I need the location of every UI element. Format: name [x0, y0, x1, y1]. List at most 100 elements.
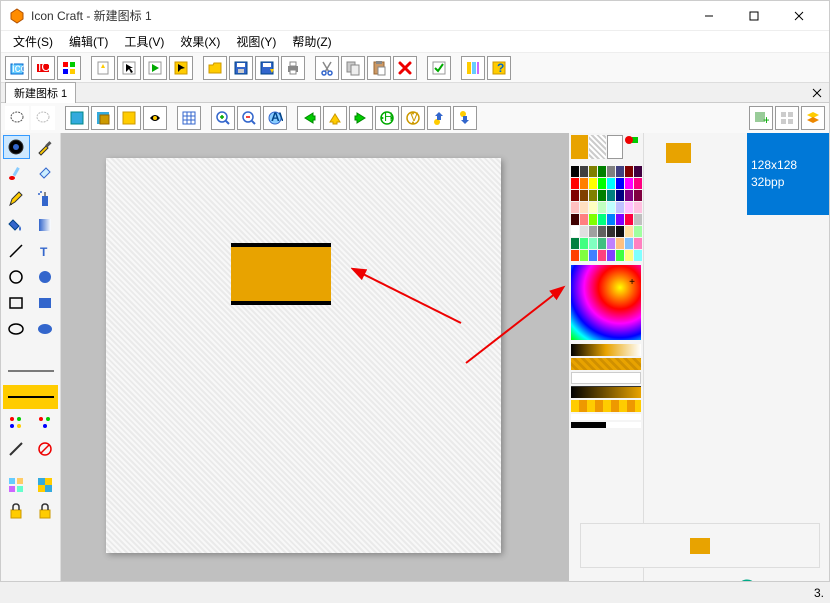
- grid-button[interactable]: [177, 106, 201, 130]
- color-swatch[interactable]: [625, 166, 633, 177]
- color-swatch[interactable]: [589, 238, 597, 249]
- color-swatch[interactable]: [589, 178, 597, 189]
- arrow-up-button[interactable]: [323, 106, 347, 130]
- color-swatch[interactable]: [580, 202, 588, 213]
- minimize-button[interactable]: [686, 2, 731, 30]
- close-button[interactable]: [776, 2, 821, 30]
- eraser-tool[interactable]: [32, 161, 59, 185]
- new-page-button[interactable]: [91, 56, 115, 80]
- cursor-button[interactable]: [117, 56, 141, 80]
- color-swatch[interactable]: [634, 238, 642, 249]
- color-swatch[interactable]: [580, 178, 588, 189]
- size-thumbnail[interactable]: [666, 143, 691, 163]
- cut-button[interactable]: [315, 56, 339, 80]
- menu-file[interactable]: 文件(S): [5, 31, 61, 52]
- lasso-light-icon[interactable]: [31, 106, 55, 130]
- color-swatch[interactable]: [571, 238, 579, 249]
- pattern-bar[interactable]: [571, 358, 641, 370]
- color-swatch[interactable]: [634, 166, 642, 177]
- empty-bar-1[interactable]: [571, 372, 641, 384]
- color-swatches[interactable]: [571, 166, 641, 261]
- rotate-up-button[interactable]: [427, 106, 451, 130]
- spray-tool[interactable]: [32, 187, 59, 211]
- layers-button[interactable]: [801, 106, 825, 130]
- color-swatch[interactable]: [571, 178, 579, 189]
- color-gradient-picker[interactable]: +: [571, 265, 641, 340]
- text-tool[interactable]: T: [32, 239, 59, 263]
- pattern-bar-2[interactable]: [571, 400, 641, 412]
- gradient-tool[interactable]: [32, 213, 59, 237]
- menu-view[interactable]: 视图(Y): [228, 31, 284, 52]
- color-swatch[interactable]: [616, 202, 624, 213]
- layer3-button[interactable]: [117, 106, 141, 130]
- palette-button[interactable]: [57, 56, 81, 80]
- brightness-bar[interactable]: [571, 344, 641, 356]
- color-swatch[interactable]: [634, 250, 642, 261]
- line-thick-button[interactable]: [3, 385, 58, 409]
- color-swatch[interactable]: [607, 190, 615, 201]
- foreground-color[interactable]: [571, 135, 588, 159]
- color-swatch[interactable]: [616, 238, 624, 249]
- swap-colors[interactable]: [607, 135, 624, 159]
- opts1-button[interactable]: [3, 411, 30, 435]
- color-picker-tool[interactable]: [3, 135, 30, 159]
- gradient-bar-2[interactable]: [571, 386, 641, 398]
- save-button[interactable]: [229, 56, 253, 80]
- color-swatch[interactable]: [616, 190, 624, 201]
- add-image-button[interactable]: +: [749, 106, 773, 130]
- drawn-rectangle[interactable]: [231, 243, 331, 305]
- color-swatch[interactable]: [625, 178, 633, 189]
- layer2-button[interactable]: [91, 106, 115, 130]
- pen-tool[interactable]: [3, 437, 30, 461]
- flip-v-button[interactable]: V: [401, 106, 425, 130]
- color-swatch[interactable]: [607, 226, 615, 237]
- arrow-left-button[interactable]: [297, 106, 321, 130]
- color-swatch[interactable]: [616, 214, 624, 225]
- cancel-tool[interactable]: [32, 437, 59, 461]
- color-swatch[interactable]: [634, 214, 642, 225]
- snap-button[interactable]: [143, 106, 167, 130]
- tab-close-button[interactable]: [809, 85, 825, 101]
- ellipse-fill-tool[interactable]: [32, 317, 59, 341]
- print-button[interactable]: [281, 56, 305, 80]
- brush-tool[interactable]: [3, 161, 30, 185]
- color-swatch[interactable]: [571, 226, 579, 237]
- rect-fill-tool[interactable]: [32, 291, 59, 315]
- line-thin-button[interactable]: [3, 359, 58, 383]
- lasso-dark-icon[interactable]: [5, 106, 29, 130]
- color-swatch[interactable]: [625, 190, 633, 201]
- color-swatch[interactable]: [607, 250, 615, 261]
- play-button[interactable]: [143, 56, 167, 80]
- pattern1-button[interactable]: [3, 473, 30, 497]
- color-swatch[interactable]: [616, 250, 624, 261]
- color-swatch[interactable]: [625, 226, 633, 237]
- menu-edit[interactable]: 编辑(T): [61, 31, 116, 52]
- color-swatch[interactable]: [598, 214, 606, 225]
- background-color[interactable]: [589, 135, 606, 159]
- color-swatch[interactable]: [598, 226, 606, 237]
- fill-tool[interactable]: [3, 213, 30, 237]
- color-swatch[interactable]: [616, 226, 624, 237]
- eyedropper-tool[interactable]: [32, 135, 59, 159]
- color-swatch[interactable]: [571, 214, 579, 225]
- circle-fill-tool[interactable]: [32, 265, 59, 289]
- arrow-right-button[interactable]: [349, 106, 373, 130]
- color-swatch[interactable]: [589, 190, 597, 201]
- color-swatch[interactable]: [598, 202, 606, 213]
- color-swatch[interactable]: [598, 178, 606, 189]
- color-swatch[interactable]: [616, 166, 624, 177]
- color-swatch[interactable]: [598, 250, 606, 261]
- color-swatch[interactable]: [571, 190, 579, 201]
- menu-tools[interactable]: 工具(V): [116, 31, 172, 52]
- menu-effects[interactable]: 效果(X): [172, 31, 228, 52]
- color-swatch[interactable]: [598, 166, 606, 177]
- color-swatch[interactable]: [589, 226, 597, 237]
- color-swatch[interactable]: [580, 238, 588, 249]
- color-swatch[interactable]: [580, 214, 588, 225]
- canvas-area[interactable]: [61, 133, 569, 601]
- lock1-button[interactable]: [3, 499, 30, 523]
- rotate-down-button[interactable]: [453, 106, 477, 130]
- color-swatch[interactable]: [634, 202, 642, 213]
- canvas[interactable]: [106, 158, 501, 553]
- help-button[interactable]: ?: [487, 56, 511, 80]
